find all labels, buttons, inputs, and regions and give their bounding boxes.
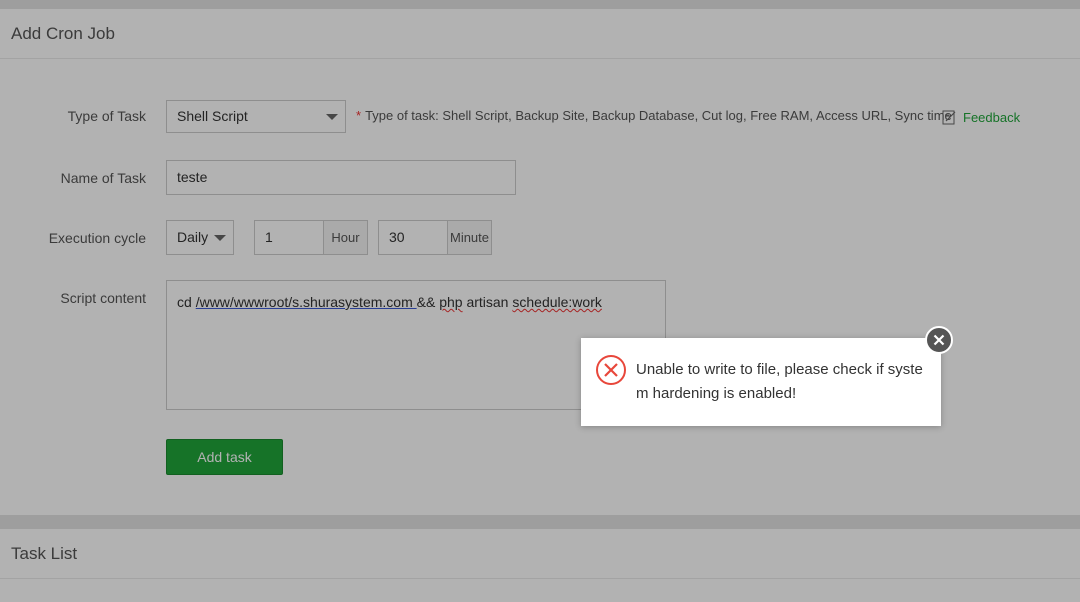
error-icon: [596, 355, 626, 385]
close-icon[interactable]: [925, 326, 953, 354]
error-toast: Unable to write to file, please check if…: [581, 338, 941, 426]
modal-overlay[interactable]: [0, 0, 1080, 602]
error-message: Unable to write to file, please check if…: [636, 361, 923, 402]
